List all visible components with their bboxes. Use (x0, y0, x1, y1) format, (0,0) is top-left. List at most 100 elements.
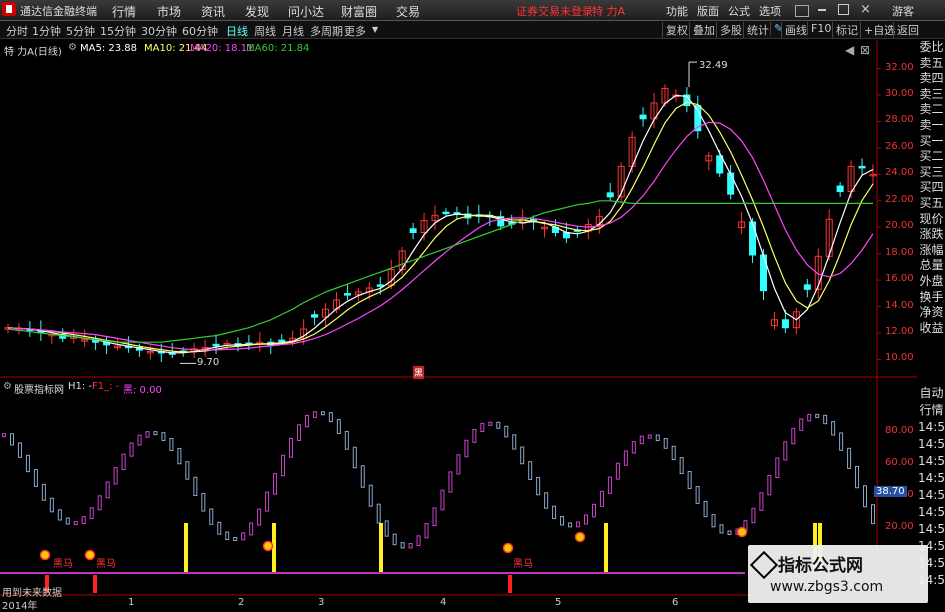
oscillator-bar (137, 434, 142, 446)
side-item[interactable]: 涨跌 (918, 227, 945, 243)
oscillator-bar (432, 507, 437, 527)
oscillator-bar (815, 413, 820, 418)
oscillator-bar (775, 457, 780, 479)
oscillator-bar (360, 465, 365, 488)
signal-dot (262, 540, 274, 552)
oscillator-bar (2, 433, 6, 438)
oscillator-bar (703, 500, 708, 518)
oscillator-bar (679, 457, 684, 474)
indicator-tick-label: 80.00 (885, 425, 914, 436)
oscillator-bar (655, 434, 660, 442)
side-item[interactable]: 卖二 (918, 102, 945, 118)
side-item[interactable]: 买五 (918, 196, 945, 212)
side-item[interactable]: 卖三 (918, 87, 945, 103)
candle-body (639, 114, 647, 120)
indicator-settings-icon[interactable]: ⚙ (3, 381, 12, 392)
oscillator-bar (312, 411, 317, 418)
ma20-line (7, 121, 874, 351)
oscillator-bar (161, 432, 166, 441)
oscillator-bar (400, 542, 405, 549)
side-item[interactable]: 自动 (918, 385, 945, 402)
oscillator-bar (631, 441, 636, 454)
date-tick: 2014年 (2, 601, 38, 612)
oscillator-bar (392, 533, 397, 546)
buy-signal-bar (508, 575, 512, 593)
side-item[interactable]: 换手 (918, 290, 945, 306)
oscillator-bar (839, 432, 844, 451)
oscillator-bar (169, 437, 174, 451)
high-price-annotation: 32.49 (699, 60, 728, 71)
side-item[interactable]: 买二 (918, 149, 945, 165)
side-item[interactable]: 买三 (918, 165, 945, 181)
side-time: 14:55 (918, 454, 945, 468)
oscillator-bar (249, 522, 254, 536)
oscillator-bar (233, 536, 238, 541)
oscillator-bar (440, 489, 445, 511)
price-tick-label: 30.00 (885, 88, 914, 100)
close-chart-icon[interactable]: ⊠ (860, 43, 870, 57)
oscillator-bar (791, 427, 796, 445)
watermark-logo-icon (749, 550, 779, 580)
collapse-panel-icon[interactable]: ◀ (845, 43, 854, 57)
side-item[interactable]: 买一 (918, 134, 945, 150)
oscillator-bar (320, 411, 325, 416)
side-item[interactable]: 现价 (918, 212, 945, 228)
oscillator-bar (536, 476, 541, 496)
oscillator-bar (9, 433, 14, 446)
oscillator-bar (217, 521, 222, 535)
oscillator-bar (129, 442, 134, 457)
side-item[interactable]: 卖一 (918, 118, 945, 134)
kline-chart[interactable] (0, 0, 945, 609)
oscillator-bar (89, 507, 94, 520)
oscillator-bar (113, 467, 118, 485)
ma5-line (7, 94, 874, 354)
date-tick: 3 (318, 597, 325, 608)
oscillator-bar (273, 473, 278, 495)
oscillator-bar (344, 430, 349, 450)
candle-body (606, 192, 614, 198)
candle-body (278, 339, 286, 343)
oscillator-bar (408, 542, 413, 549)
price-tick-label: 26.00 (885, 140, 914, 152)
oscillator-bar (639, 435, 644, 445)
side-item[interactable]: 收益 (918, 321, 945, 337)
oscillator-bar (871, 504, 875, 525)
price-tick-label: 24.00 (885, 167, 914, 179)
side-time: 14:55 (918, 437, 945, 451)
oscillator-bar (512, 434, 517, 450)
side-item[interactable]: 涨幅 (918, 243, 945, 259)
ma20-label: MA20: 18.11 (190, 43, 254, 54)
oscillator-bar (65, 517, 70, 525)
side-item[interactable]: 卖四 (918, 71, 945, 87)
side-item[interactable]: 净资 (918, 305, 945, 321)
signal-dot (574, 531, 586, 543)
side-item[interactable]: 委比 (918, 40, 945, 56)
watermark: 指标公式网 www.zbgs3.com (748, 545, 928, 603)
signal-dot (736, 526, 748, 538)
oscillator-bar (368, 484, 373, 507)
oscillator-bar (615, 462, 620, 480)
side-time: 14:55 (918, 522, 945, 536)
candle-body (311, 314, 319, 318)
oscillator-bar (336, 419, 341, 434)
oscillator-bar (225, 531, 230, 540)
side-item[interactable]: 外盘 (918, 274, 945, 290)
settings-gear-icon[interactable]: ⚙ (68, 42, 77, 53)
oscillator-bar (416, 535, 421, 546)
side-item[interactable]: 卖五 (918, 56, 945, 72)
oscillator-bar (687, 470, 692, 490)
oscillator-bar (41, 483, 46, 501)
oscillator-bar (376, 503, 381, 524)
candle-body (781, 319, 789, 329)
side-item[interactable]: 买四 (918, 180, 945, 196)
ma5-label: MA5: 23.88 (80, 43, 138, 54)
side-item[interactable]: 行情 (918, 402, 945, 419)
oscillator-bar (568, 522, 573, 528)
ma60-label: MA60: 21.84 (246, 43, 310, 54)
low-price-annotation: 9.70 (197, 357, 220, 368)
signal-dot (84, 549, 96, 561)
oscillator-bar (528, 461, 533, 480)
side-item[interactable]: 总量 (918, 258, 945, 274)
indicator-tick-label: 20.00 (885, 521, 914, 532)
date-tick: 6 (672, 597, 679, 608)
